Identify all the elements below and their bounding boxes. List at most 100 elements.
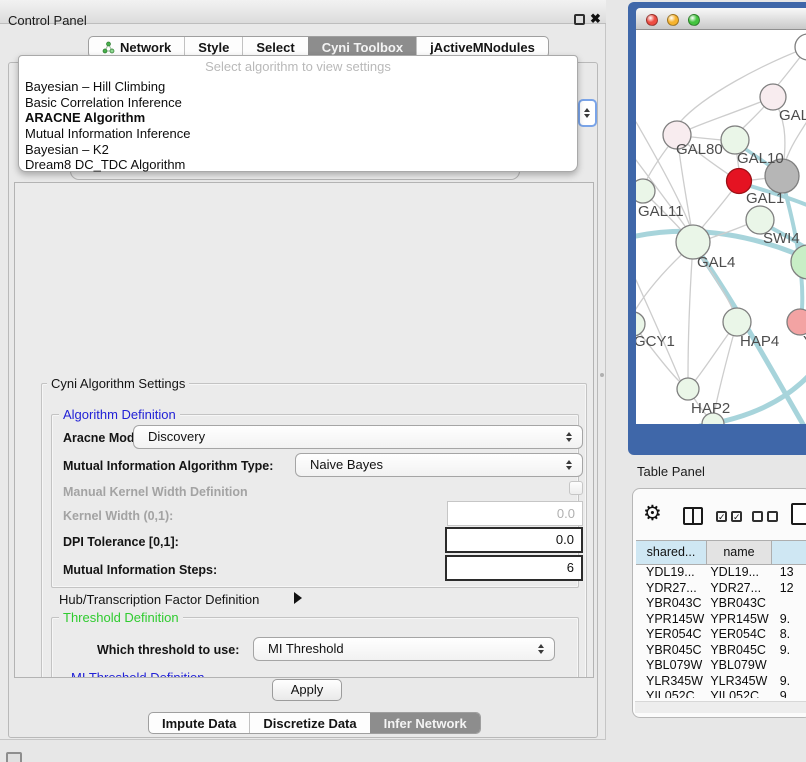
cyni-algorithm-settings-title: Cyni Algorithm Settings <box>47 376 189 391</box>
minimize-traffic-light[interactable] <box>667 14 679 26</box>
close-traffic-light[interactable] <box>646 14 658 26</box>
algorithm-option[interactable]: Bayesian – K2 <box>25 142 571 158</box>
table-cell <box>769 658 806 674</box>
tab-select[interactable]: Select <box>242 37 307 57</box>
tab-impute-data[interactable]: Impute Data <box>149 713 249 733</box>
mi-steps-field[interactable]: 6 <box>445 555 583 581</box>
tab-label: Network <box>120 40 171 55</box>
algorithm-dropdown-popup: Select algorithm to view settings Bayesi… <box>18 55 578 172</box>
algorithm-option[interactable]: Bayesian – Hill Climbing <box>25 79 571 95</box>
table-row[interactable]: YIL052CYIL052C9. <box>636 689 806 698</box>
tab-discretize-data[interactable]: Discretize Data <box>249 713 369 733</box>
spinner-arrows-icon <box>538 644 546 654</box>
mi-algorithm-type-label: Mutual Information Algorithm Type: <box>63 459 273 473</box>
table-cell: YBR045C <box>636 643 705 659</box>
hub-definition-label: Hub/Transcription Factor Definition <box>59 592 259 607</box>
mi-algorithm-type-select[interactable]: Naive Bayes <box>295 453 583 477</box>
table-cell: 9. <box>769 689 806 698</box>
settings-vertical-scrollbar[interactable] <box>593 366 594 678</box>
node-label-hap2: HAP2 <box>691 400 730 417</box>
aracne-mode-select[interactable]: Discovery <box>133 425 583 449</box>
tab-jactivemnodules[interactable]: jActiveMNodules <box>416 37 548 57</box>
checked-checkbox-icon: ✓ <box>731 511 742 522</box>
node-label-gal1: GAL1 <box>746 190 784 207</box>
panel-divider-handle[interactable] <box>600 373 604 377</box>
select-all-columns-icon[interactable]: ✓ ✓ <box>716 511 742 522</box>
tab-style[interactable]: Style <box>184 37 242 57</box>
table-cell: YBL079W <box>636 658 705 674</box>
table-cell: 9. <box>769 643 806 659</box>
close-icon[interactable]: ✖ <box>590 11 601 27</box>
table-cell: 12 <box>769 581 806 597</box>
table-row[interactable]: YER054CYER054C8. <box>636 627 806 643</box>
dpi-tolerance-field[interactable]: 0.0 <box>445 527 583 553</box>
document-icon[interactable] <box>791 503 806 525</box>
table-row[interactable]: YDL19...YDL19...13 <box>636 565 806 581</box>
table-cell: YLR345W <box>705 674 768 690</box>
apply-button[interactable]: Apply <box>272 679 342 701</box>
algorithm-option[interactable]: Dream8 DC_TDC Algorithm <box>25 157 571 173</box>
unchecked-checkbox-icon <box>752 511 763 522</box>
spinner-arrows-icon <box>584 108 592 118</box>
node-gal11[interactable] <box>636 179 655 203</box>
table-cell: YIL052C <box>636 689 705 698</box>
table-cell: YDR27... <box>636 581 705 597</box>
expand-arrow-icon[interactable] <box>294 592 302 604</box>
table-row[interactable]: YPR145WYPR145W9. <box>636 612 806 628</box>
table-cell: YPR145W <box>705 612 768 628</box>
zoom-traffic-light[interactable] <box>688 14 700 26</box>
tab-network[interactable]: Network <box>89 37 184 57</box>
table-row[interactable]: YDR27...YDR27...12 <box>636 581 806 597</box>
tab-cyni-toolbox[interactable]: Cyni Toolbox <box>308 37 416 57</box>
column-header-name[interactable]: name <box>707 540 772 565</box>
column-header-shared...[interactable]: shared... <box>636 540 707 565</box>
which-threshold-select[interactable]: MI Threshold <box>253 637 555 661</box>
algorithm-option[interactable]: Mutual Information Inference <box>25 126 571 142</box>
mi-threshold-group-title: MI Threshold Definition <box>67 670 208 678</box>
table-cell: YER054C <box>636 627 705 643</box>
cyni-settings-scrollpane: Cyni Algorithm Settings Algorithm Defini… <box>14 182 594 678</box>
network-edge[interactable] <box>786 120 806 160</box>
tab-infer-network[interactable]: Infer Network <box>370 713 480 733</box>
table-cell: YIL052C <box>705 689 768 698</box>
which-threshold-value: MI Threshold <box>268 638 344 660</box>
algorithm-combo-button[interactable] <box>578 99 597 127</box>
aracne-mode-value: Discovery <box>148 426 205 448</box>
node-label-gcy1: GCY1 <box>636 333 675 350</box>
manual-kernel-label: Manual Kernel Width Definition <box>63 485 248 499</box>
mi-algorithm-type-value: Naive Bayes <box>310 454 383 476</box>
tab-label: Select <box>256 40 294 55</box>
network-edge[interactable] <box>688 244 693 378</box>
table-panel-title: Table Panel <box>637 464 705 479</box>
table-cell: YPR145W <box>636 612 705 628</box>
float-window-icon[interactable] <box>574 14 585 25</box>
manual-kernel-checkbox[interactable] <box>569 481 583 495</box>
table-row[interactable]: YBL079WYBL079W <box>636 658 806 674</box>
node-hap4[interactable] <box>723 308 751 336</box>
kernel-width-field[interactable]: 0.0 <box>447 501 583 526</box>
deselect-all-columns-icon[interactable] <box>752 511 778 522</box>
network-canvas[interactable]: GALGAL80GAL10GAL1GAL11SWI4GAL4YHAP4GCY1H… <box>636 30 806 424</box>
columns-icon[interactable] <box>683 507 703 525</box>
table-horizontal-scrollbar[interactable] <box>635 701 806 713</box>
node-hap2[interactable] <box>677 378 699 400</box>
table-row[interactable]: YLR345WYLR345W9. <box>636 674 806 690</box>
node-label-hap4: HAP4 <box>740 333 779 350</box>
table-cell: YBR043C <box>636 596 705 612</box>
algorithm-option[interactable]: ARACNE Algorithm <box>25 110 571 126</box>
algorithm-option[interactable]: Basic Correlation Inference <box>25 95 571 111</box>
table-row[interactable]: YBR043CYBR043C <box>636 596 806 612</box>
bottom-left-partial-icon[interactable] <box>6 752 22 762</box>
column-header-partial[interactable] <box>772 540 806 565</box>
node-salmon-y[interactable] <box>787 309 806 335</box>
table-row[interactable]: YBR045CYBR045C9. <box>636 643 806 659</box>
tab-label: jActiveMNodules <box>430 40 535 55</box>
node-label-gal-pink: GAL <box>779 107 806 124</box>
app-root: Control Panel ✖ NetworkStyleSelectCyni T… <box>0 0 806 762</box>
network-icon <box>102 41 115 54</box>
gear-icon[interactable]: ⚙ <box>643 502 662 526</box>
node-top-partial[interactable] <box>795 34 806 60</box>
node-label-swi4: SWI4 <box>763 230 800 247</box>
table-cell: 8. <box>769 627 806 643</box>
node-label-gal11: GAL11 <box>638 203 684 220</box>
